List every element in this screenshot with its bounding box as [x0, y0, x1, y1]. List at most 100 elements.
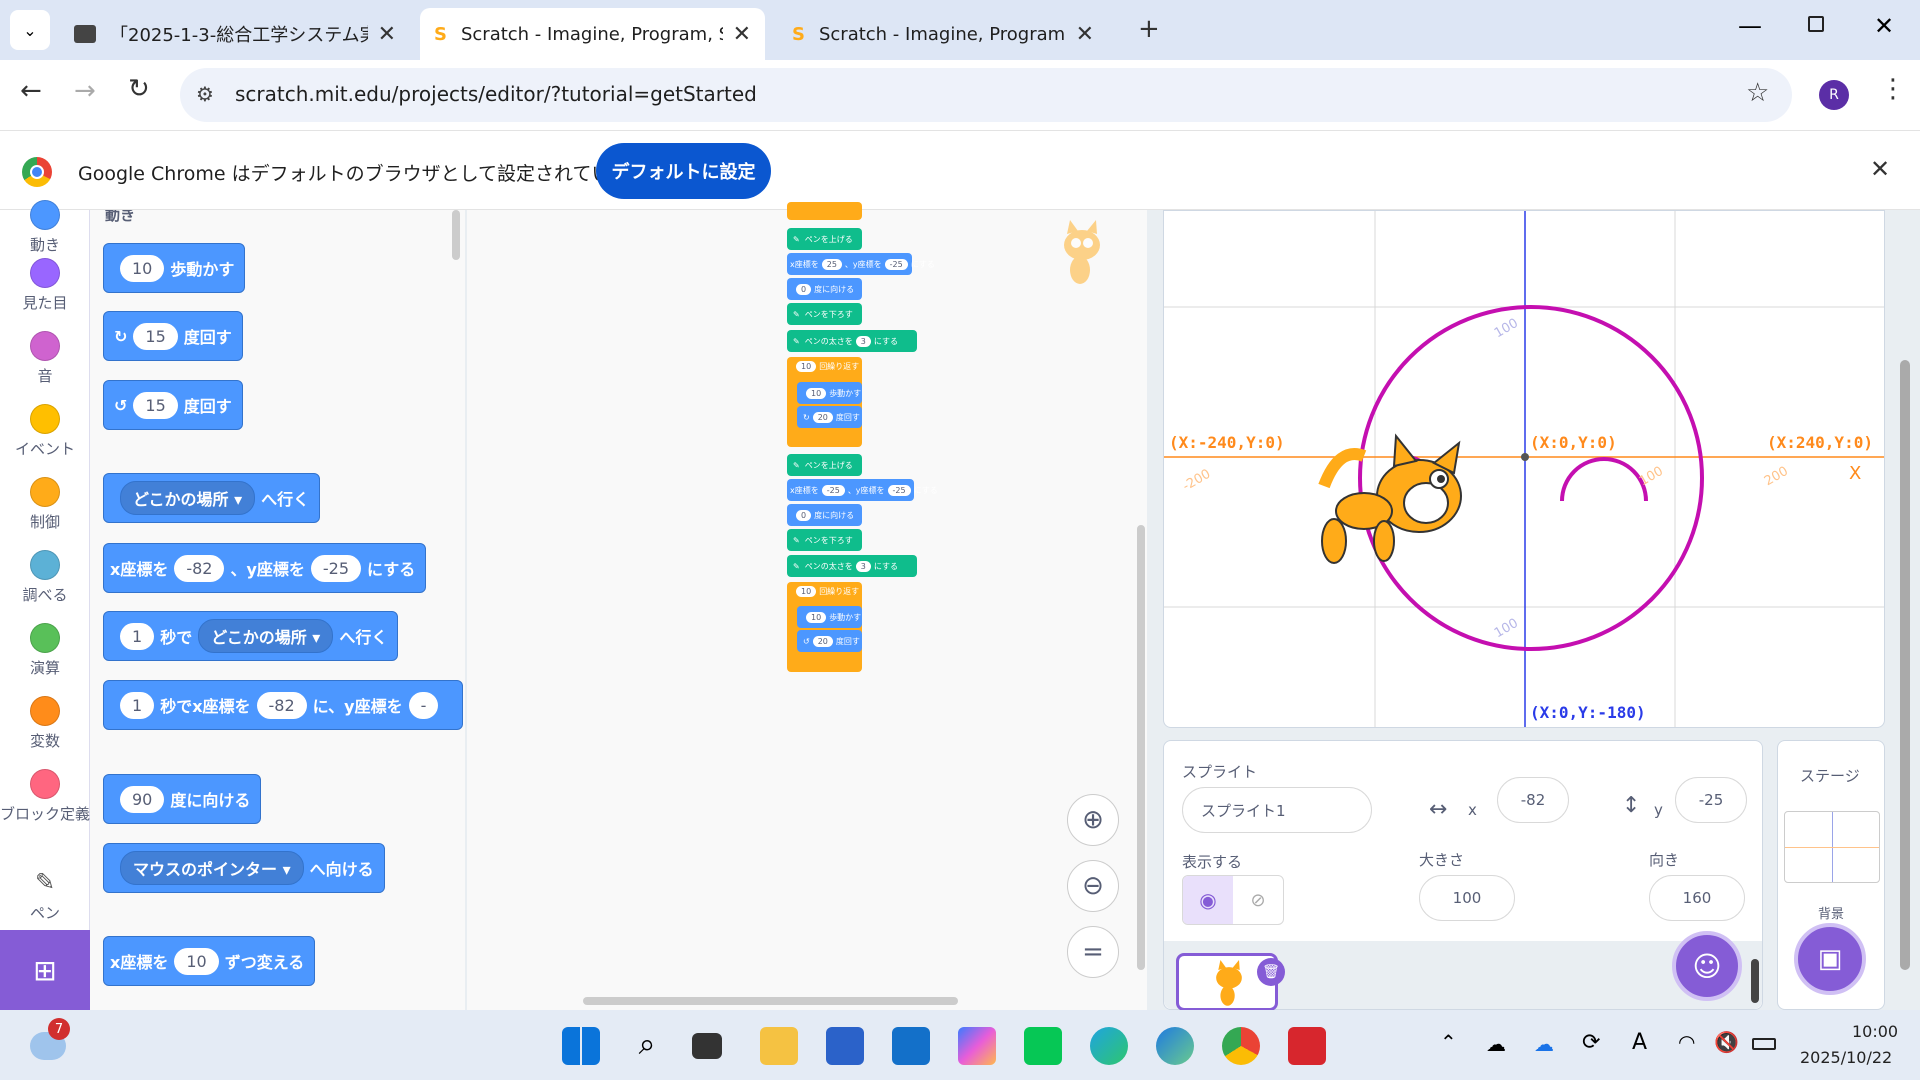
script-pen-down[interactable]: ✎ ペンを下ろす [787, 303, 862, 325]
add-extension-button[interactable]: ⊞ [0, 930, 90, 1010]
script-point-dir[interactable]: 0 度に向ける [787, 504, 862, 526]
category-motion[interactable]: 動き [0, 200, 90, 255]
category-pen[interactable]: ✎ ペン [0, 868, 90, 923]
block-change-x[interactable]: x座標を 10 ずつ変える [103, 936, 316, 986]
bookmark-star-icon[interactable]: ☆ [1746, 78, 1769, 108]
add-backdrop-button[interactable]: ▣ [1794, 923, 1866, 995]
workspace-vscrollbar[interactable] [1137, 525, 1145, 970]
sprite-tile-selected[interactable]: 🗑 [1176, 953, 1285, 1011]
task-view-icon[interactable] [692, 1033, 722, 1059]
workspace-hscrollbar[interactable] [583, 997, 958, 1005]
add-sprite-button[interactable]: ☺ [1672, 931, 1742, 1001]
close-window-button[interactable]: ✕ [1874, 12, 1894, 40]
profile-avatar[interactable]: R [1819, 80, 1849, 110]
category-my-blocks[interactable]: ブロック定義 [0, 769, 90, 824]
tab-1[interactable]: 「2025-1-3-総合工学システム実験 ✕ [60, 8, 410, 60]
script-pen-down[interactable]: ✎ ペンを下ろす [787, 529, 862, 551]
code-workspace[interactable]: ✎ ペンを上げる x座標を 25 、y座標を -25 にする 0 度に向ける ✎ ペンを下… [467, 202, 1147, 1010]
script-repeat-end[interactable] [787, 202, 862, 220]
acrobat-icon[interactable] [1288, 1027, 1326, 1065]
y-input[interactable]: -25 [1675, 777, 1747, 823]
restore-button[interactable] [1808, 16, 1824, 32]
script-point-dir[interactable]: 0 度に向ける [787, 278, 862, 300]
script-pen-up[interactable]: ✎ ペンを上げる [787, 228, 862, 250]
close-tab-icon[interactable]: ✕ [1076, 22, 1094, 47]
store-icon[interactable] [826, 1027, 864, 1065]
close-tab-icon[interactable]: ✕ [733, 22, 751, 47]
show-visible-button[interactable]: ◉ [1183, 876, 1233, 924]
chrome-icon[interactable] [1222, 1027, 1260, 1065]
x-input[interactable]: -82 [1497, 777, 1569, 823]
block-glide-xy[interactable]: 1 秒でx座標を -82 に、y座標を - [103, 680, 463, 730]
direction-input[interactable]: 160 [1649, 875, 1745, 921]
clock-time[interactable]: 10:00 [1852, 1022, 1898, 1041]
line-icon[interactable] [1024, 1027, 1062, 1065]
url-text[interactable]: scratch.mit.edu/projects/editor/?tutoria… [235, 82, 757, 106]
new-tab-button[interactable]: + [1138, 14, 1160, 44]
script-pen-size[interactable]: ✎ ペンの太さを 3 にする [787, 555, 917, 577]
script-turn[interactable]: ↺ 20 度回す [797, 630, 862, 652]
start-icon[interactable] [562, 1027, 600, 1065]
script-pen-up[interactable]: ✎ ペンを上げる [787, 454, 862, 476]
block-turn-right[interactable]: ↻ 15 度回す [103, 311, 243, 361]
stage-thumbnail[interactable] [1784, 811, 1880, 883]
cloud-icon[interactable]: ☁ [1486, 1032, 1506, 1056]
menu-kebab-icon[interactable]: ⋮ [1880, 74, 1906, 104]
forward-icon[interactable]: → [74, 76, 96, 106]
block-glide-to[interactable]: 1 秒で どこかの場所 ▾ へ行く [103, 611, 399, 661]
category-control[interactable]: 制御 [0, 477, 90, 532]
battery-icon[interactable] [1752, 1038, 1776, 1050]
category-sound[interactable]: 音 [0, 331, 90, 386]
outlook-icon[interactable] [892, 1027, 930, 1065]
sprite-list-scrollbar[interactable] [1751, 959, 1759, 1003]
category-variables[interactable]: 変数 [0, 696, 90, 751]
block-point-direction[interactable]: 90 度に向ける [103, 774, 262, 824]
tab-3[interactable]: S Scratch - Imagine, Program, Sha ✕ [778, 8, 1108, 60]
category-operators[interactable]: 演算 [0, 623, 90, 678]
onedrive-icon[interactable]: ☁ [1534, 1032, 1554, 1056]
size-input[interactable]: 100 [1419, 875, 1515, 921]
site-info-icon[interactable]: ⚙ [196, 82, 214, 106]
back-icon[interactable]: ← [20, 76, 42, 106]
search-icon[interactable]: ⌕ [628, 1027, 666, 1065]
sprite-name-input[interactable]: スプライト1 [1182, 787, 1372, 833]
category-looks[interactable]: 見た目 [0, 258, 90, 313]
address-bar[interactable]: ⚙ scratch.mit.edu/projects/editor/?tutor… [180, 68, 1792, 122]
script-turn[interactable]: ↻ 20 度回す [797, 406, 862, 428]
block-point-towards[interactable]: マウスのポインター ▾ へ向ける [103, 843, 385, 893]
script-move[interactable]: 10 歩動かす [797, 382, 862, 404]
block-set-xy[interactable]: x座標を -82 、y座標を -25 にする [103, 543, 427, 593]
script-pen-size[interactable]: ✎ ペンの太さを 3 にする [787, 330, 917, 352]
copilot-icon[interactable] [958, 1027, 996, 1065]
script-set-xy[interactable]: x座標を -25 、y座標を -25 にする [787, 479, 938, 501]
close-tab-icon[interactable]: ✕ [378, 22, 396, 47]
zoom-reset-button[interactable]: = [1067, 926, 1119, 978]
set-default-button[interactable]: デフォルトに設定 [596, 143, 771, 199]
block-turn-left[interactable]: ↺ 15 度回す [103, 380, 243, 430]
edge-icon[interactable] [1090, 1027, 1128, 1065]
stage-canvas[interactable]: (X:-240,Y:0) (X:0,Y:0) (X:240,Y:0) (X:0,… [1163, 210, 1885, 728]
reload-icon[interactable]: ↻ [128, 74, 150, 104]
zoom-in-button[interactable]: ⊕ [1067, 794, 1119, 846]
minimize-button[interactable]: — [1738, 12, 1762, 40]
category-sensing[interactable]: 調べる [0, 550, 90, 605]
palette-scrollbar[interactable] [452, 210, 460, 260]
delete-sprite-button[interactable]: 🗑 [1257, 958, 1285, 986]
block-move-steps[interactable]: 10 歩動かす [103, 243, 246, 293]
show-hidden-button[interactable]: ⊘ [1233, 876, 1283, 924]
sync-icon[interactable]: ⟳ [1582, 1030, 1600, 1055]
script-set-xy[interactable]: x座標を 25 、y座標を -25 にする [787, 253, 935, 275]
tab-search-button[interactable]: ⌄ [10, 10, 50, 50]
zoom-out-button[interactable]: ⊖ [1067, 860, 1119, 912]
clock-date[interactable]: 2025/10/22 [1800, 1048, 1892, 1067]
volume-muted-icon[interactable]: 🔇 [1714, 1030, 1739, 1054]
category-events[interactable]: イベント [0, 404, 90, 459]
page-scrollbar[interactable] [1900, 360, 1910, 970]
script-move[interactable]: 10 歩動かす [797, 606, 862, 628]
file-explorer-icon[interactable] [760, 1027, 798, 1065]
tab-2[interactable]: S Scratch - Imagine, Program, Sha ✕ [420, 8, 765, 60]
chevron-up-icon[interactable]: ⌃ [1440, 1030, 1457, 1054]
block-goto[interactable]: どこかの場所 ▾ へ行く [103, 473, 321, 523]
edge-dev-icon[interactable] [1156, 1027, 1194, 1065]
close-infobar-icon[interactable]: ✕ [1870, 155, 1890, 183]
